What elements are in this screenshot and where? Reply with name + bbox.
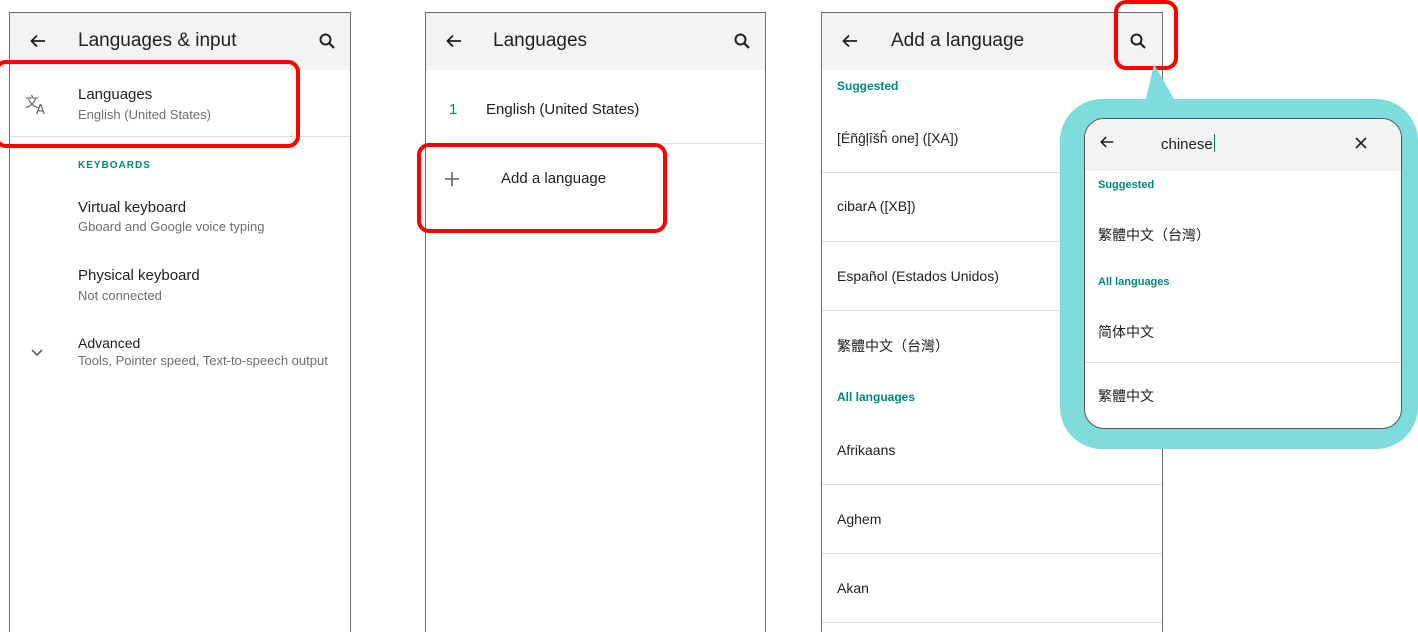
all-languages-header: All languages [837, 390, 916, 404]
suggested-header: Suggested [837, 79, 899, 93]
highlight-languages [0, 60, 300, 148]
page-title: Add a language [891, 30, 1025, 51]
virtual-keyboard-value: Gboard and Google voice typing [78, 219, 265, 234]
search-result-item[interactable]: 繁體中文 [1098, 386, 1154, 406]
divider [1085, 362, 1401, 363]
page-title: Languages [493, 30, 588, 51]
advanced-value: Tools, Pointer speed, Text-to-speech out… [78, 353, 328, 368]
search-bar: chinese [1085, 119, 1401, 170]
language-item[interactable]: [Éñĝļîšĥ one] ([XA]) [837, 130, 958, 146]
back-arrow-icon[interactable] [1099, 134, 1117, 152]
app-bar: Add a language [822, 13, 1162, 70]
text-cursor [1213, 134, 1216, 152]
search-query: chinese [1161, 136, 1213, 153]
search-result-item[interactable]: 繁體中文（台灣） [1098, 225, 1210, 245]
language-label: English (United States) [486, 101, 640, 118]
language-item[interactable]: Akan [837, 580, 869, 596]
chevron-down-icon [28, 345, 46, 361]
language-item[interactable]: Español (Estados Unidos) [837, 268, 999, 284]
language-item[interactable]: 繁體中文（台灣） [837, 336, 949, 356]
search-icon[interactable] [313, 27, 341, 55]
all-languages-header: All languages [1098, 276, 1170, 288]
search-icon[interactable] [728, 27, 756, 55]
search-results-popup: chinese Suggested 繁體中文（台灣） All languages… [1084, 118, 1402, 429]
suggested-header: Suggested [1098, 179, 1155, 191]
divider [822, 484, 1162, 485]
close-icon[interactable] [1353, 135, 1369, 151]
language-item[interactable]: cibarA ([XB]) [837, 198, 916, 214]
highlight-add-language [417, 143, 667, 233]
advanced-label: Advanced [78, 335, 141, 351]
back-arrow-icon[interactable] [24, 27, 52, 55]
highlight-search [1114, 0, 1178, 70]
back-arrow-icon[interactable] [440, 27, 468, 55]
divider [822, 553, 1162, 554]
search-result-item[interactable]: 简体中文 [1098, 322, 1154, 342]
language-index: 1 [449, 101, 458, 118]
search-input[interactable]: chinese [1161, 134, 1216, 153]
physical-keyboard-value: Not connected [78, 288, 162, 303]
back-arrow-icon[interactable] [836, 27, 864, 55]
virtual-keyboard-label: Virtual keyboard [78, 199, 187, 216]
language-item[interactable]: Aghem [837, 511, 881, 527]
page-title: Languages & input [78, 30, 237, 51]
physical-keyboard-label: Physical keyboard [78, 267, 200, 284]
language-item[interactable]: Afrikaans [837, 442, 895, 458]
app-bar: Languages [426, 13, 765, 70]
languages-screen: Languages 1 English (United States) Add … [425, 12, 766, 632]
keyboards-header: KEYBOARDS [78, 160, 151, 171]
